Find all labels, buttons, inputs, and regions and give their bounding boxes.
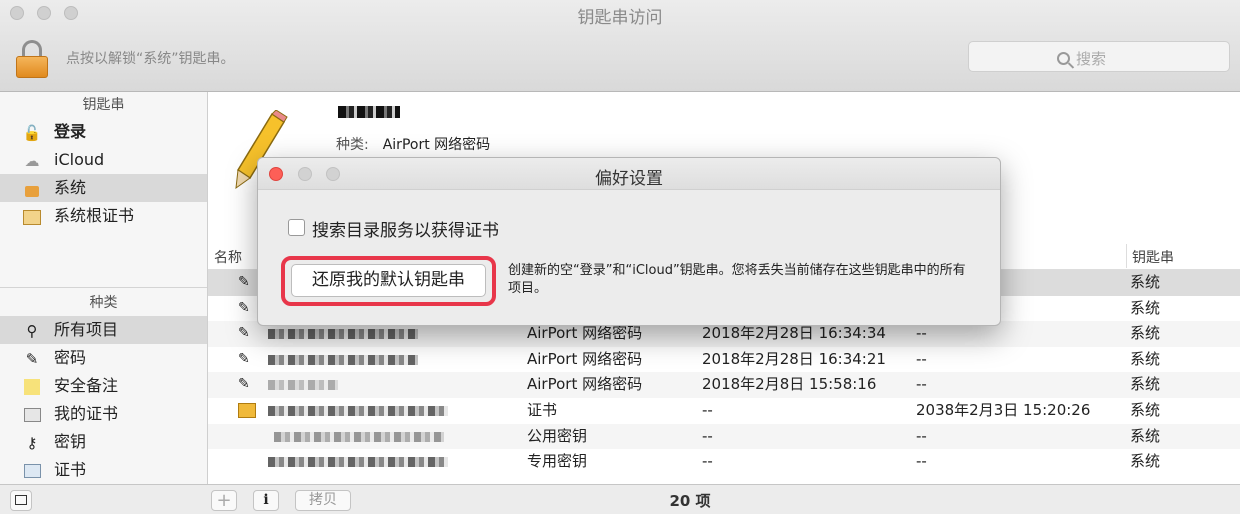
item-kind-value: AirPort 网络密码 [382,137,491,153]
search-icon [1057,52,1070,65]
my-certificate-icon [22,406,42,424]
sidebar-item-passwords[interactable]: ✎ 密码 [0,344,207,372]
keychains-header: 钥匙串 [82,97,125,113]
table-row[interactable]: ✎ AirPort 网络密码 2018年2月28日 16:34:21 -- 系统 [208,347,1240,373]
sidebar-item-system-roots[interactable]: 系统根证书 [0,202,207,230]
item-name-redacted [268,354,418,365]
item-count: 20 项 [669,492,711,510]
lock-icon[interactable] [16,40,48,78]
password-icon: ✎ [238,376,250,393]
lock-icon [22,180,42,198]
sidebar-item-keys[interactable]: ⚷ 密钥 [0,428,207,456]
sidebar-item-secure-notes[interactable]: 安全备注 [0,372,207,400]
cabinet-icon [22,208,42,226]
reset-default-keychains-button[interactable]: 还原我的默认钥匙串 [291,264,486,297]
sidebar-item-my-certificates[interactable]: 我的证书 [0,400,207,428]
sidebar-item-login[interactable]: 🔓 登录 [0,118,207,146]
item-name-redacted [274,431,444,442]
window-title: 钥匙串访问 [577,8,663,28]
item-name-redacted [268,380,338,391]
column-header-name[interactable]: 名称 [214,247,242,267]
table-row[interactable]: 公用密钥 -- -- 系统 [208,423,1240,450]
sidebar-item-all-items[interactable]: ⚲ 所有项目 [0,316,207,344]
sidebar-item-label: 证书 [54,460,87,479]
sidebar-item-label: 安全备注 [54,376,119,395]
item-name-redacted [338,106,400,122]
status-bar: + i 拷贝 20 项 [0,484,1240,514]
sidebar-item-certificates[interactable]: 证书 [0,456,207,484]
table-row[interactable]: 专用密钥 -- -- 系统 [208,449,1240,475]
certificate-icon [22,462,42,480]
sidebar-item-label: 所有项目 [54,320,119,339]
search-placeholder: 搜索 [1076,50,1107,68]
sidebar-item-label: 系统 [54,178,87,197]
dialog-titlebar: 偏好设置 [258,158,1000,190]
password-icon: ✎ [25,350,39,368]
sidebar-item-system[interactable]: 系统 [0,174,207,202]
item-name-redacted [268,406,448,416]
key-icon: ⚷ [26,434,38,452]
column-header-keychain[interactable]: 钥匙串 [1132,247,1174,267]
sidebar: 钥匙串 🔓 登录 ☁ iCloud 系统 系统根证书 种类 ⚲ 所有项目 ✎ 密… [0,92,208,484]
categories-header: 种类 [89,295,118,311]
item-kind: 种类: AirPort 网络密码 [336,134,490,154]
window-titlebar: 钥匙串访问 点按以解锁“系统”钥匙串。 搜索 [0,0,1240,92]
item-kind-label: 种类: [336,137,369,153]
table-row[interactable]: ✎ AirPort 网络密码 2018年2月8日 15:58:16 -- 系统 [208,372,1240,398]
item-name-redacted [268,329,418,340]
password-icon: ✎ [238,274,250,290]
lock-open-icon: 🔓 [22,124,42,142]
sidebar-item-label: 系统根证书 [54,206,135,225]
unlock-hint: 点按以解锁“系统”钥匙串。 [66,51,235,67]
sidebar-item-label: 密钥 [54,432,87,451]
search-directory-label[interactable]: 搜索目录服务以获得证书 [312,216,499,241]
all-items-icon: ⚲ [26,322,38,340]
sidebar-item-icloud[interactable]: ☁ iCloud [0,146,207,174]
search-input[interactable]: 搜索 [968,41,1230,72]
table-row[interactable]: 证书 -- 2038年2月3日 15:20:26 系统 [208,398,1240,424]
search-directory-checkbox[interactable] [288,219,305,236]
sidebar-item-label: 登录 [54,122,87,141]
sidebar-item-label: 密码 [54,348,87,367]
secure-note-icon [22,378,42,396]
certificate-icon [238,403,256,418]
password-icon: ✎ [238,299,250,316]
preferences-dialog: 偏好设置 搜索目录服务以获得证书 还原我的默认钥匙串 创建新的空“登录”和“iC… [257,157,1001,326]
sidebar-item-label: 我的证书 [54,404,119,423]
dialog-title: 偏好设置 [595,169,663,189]
password-icon: ✎ [238,350,250,367]
cloud-icon: ☁ [24,152,40,170]
password-icon: ✎ [238,325,250,342]
item-name-redacted [268,457,448,468]
sidebar-item-label: iCloud [54,150,105,169]
reset-description: 创建新的空“登录”和“iCloud”钥匙串。您将丢失当前储存在这些钥匙串中的所有… [508,263,966,296]
